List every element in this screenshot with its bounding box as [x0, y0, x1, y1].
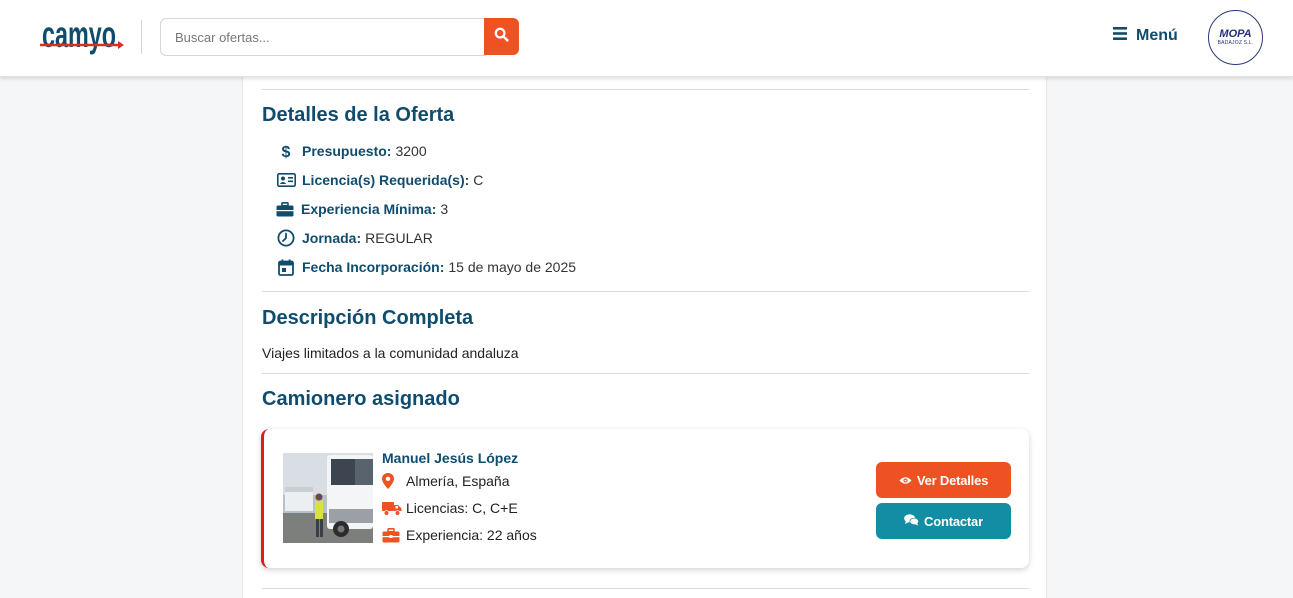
detail-value: C [473, 172, 484, 188]
description-text: Viajes limitados a la comunidad andaluza [262, 345, 519, 361]
driver-licenses: Licencias: C, C+E [382, 500, 518, 516]
contact-button[interactable]: Contactar [876, 503, 1011, 539]
svg-text:camyo: camyo [42, 14, 116, 56]
detail-experience: Experiencia Mínima: 3 [275, 199, 448, 219]
dollar-icon: $ [276, 142, 296, 160]
driver-location: Almería, España [382, 473, 510, 489]
top-header: camyo Menú MOPA BADAJOZ S.L. [0, 0, 1293, 77]
toolbox-icon [382, 527, 402, 543]
driver-experience: Experiencia: 22 años [382, 527, 537, 543]
driver-photo[interactable] [283, 453, 373, 543]
svg-text:$: $ [282, 144, 291, 160]
assigned-driver-title: Camionero asignado [262, 388, 460, 410]
clock-icon [276, 229, 296, 247]
chat-bubbles-icon [904, 513, 920, 529]
divider [262, 89, 1029, 90]
detail-value: 3 [440, 201, 449, 217]
calendar-icon [276, 258, 296, 276]
truck-icon [382, 501, 402, 516]
detail-schedule: Jornada: REGULAR [276, 228, 433, 248]
company-avatar[interactable]: MOPA BADAJOZ S.L. [1208, 10, 1263, 65]
menu-label: Menú [1136, 27, 1178, 44]
id-card-icon [276, 171, 296, 189]
briefcase-icon [275, 200, 295, 218]
view-details-button[interactable]: Ver Detalles [876, 462, 1011, 498]
detail-value: 15 de mayo de 2025 [448, 259, 577, 275]
detail-label: Jornada: [302, 230, 362, 246]
detail-value: 3200 [395, 143, 427, 159]
detail-start-date: Fecha Incorporación: 15 de mayo de 2025 [276, 257, 576, 277]
detail-label: Presupuesto: [302, 143, 392, 159]
search-button[interactable] [484, 18, 519, 55]
detail-budget: $ Presupuesto: 3200 [276, 141, 427, 161]
description-title: Descripción Completa [262, 307, 474, 329]
company-subtitle: BADAJOZ S.L. [1217, 40, 1254, 46]
divider [262, 588, 1029, 589]
offer-details-title: Detalles de la Oferta [262, 104, 455, 126]
detail-value: REGULAR [365, 230, 433, 246]
offer-main-card: Detalles de la Oferta $ Presupuesto: 320… [242, 77, 1047, 598]
driver-experience-text: Experiencia: 22 años [406, 527, 537, 543]
search-icon [494, 27, 509, 47]
company-name: MOPA [1219, 28, 1252, 40]
divider [262, 291, 1029, 292]
camyo-logo[interactable]: camyo [40, 12, 124, 62]
detail-label: Experiencia Mínima: [301, 201, 437, 217]
driver-location-text: Almería, España [406, 473, 510, 489]
menu-button[interactable]: Menú [1113, 27, 1178, 45]
logo-divider [141, 20, 142, 54]
driver-name[interactable]: Manuel Jesús López [382, 450, 518, 466]
search-input[interactable] [160, 18, 486, 56]
detail-label: Licencia(s) Requerida(s): [302, 172, 470, 188]
hamburger-icon [1113, 27, 1127, 45]
map-pin-icon [382, 473, 402, 489]
divider [262, 373, 1029, 374]
detail-label: Fecha Incorporación: [302, 259, 445, 275]
eye-icon [899, 473, 912, 488]
view-details-label: Ver Detalles [916, 472, 989, 488]
driver-card: Manuel Jesús López Almería, España Licen… [261, 429, 1029, 568]
contact-label: Contactar [924, 513, 983, 529]
driver-licenses-text: Licencias: C, C+E [406, 500, 518, 516]
detail-license: Licencia(s) Requerida(s): C [276, 170, 483, 190]
